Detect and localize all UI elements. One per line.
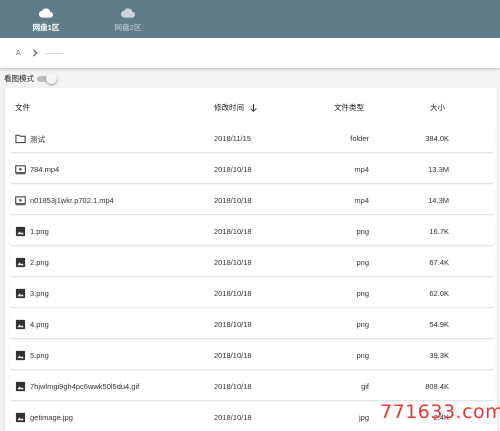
image-icon — [15, 350, 26, 361]
file-type: png — [356, 227, 369, 236]
file-type: mp4 — [354, 196, 369, 205]
image-icon — [15, 288, 26, 299]
file-row[interactable]: 784.mp4 2018/10/18 mp4 13.3M — [10, 156, 494, 183]
file-date: 2018/10/18 — [214, 258, 252, 267]
file-row[interactable]: 4.png 2018/10/18 png 54.9K — [10, 311, 494, 338]
image-icon — [15, 319, 26, 330]
file-size: 13.3M — [428, 165, 449, 174]
cloud-icon — [121, 8, 135, 18]
file-name: 5.png — [30, 351, 49, 360]
file-row[interactable]: 5.png 2018/10/18 png 39.3K — [10, 342, 494, 369]
cloud-icon — [39, 8, 53, 18]
file-date: 2018/10/18 — [214, 196, 252, 205]
file-date: 2018/10/18 — [214, 227, 252, 236]
file-row[interactable]: 2.png 2018/10/18 png 67.4K — [10, 249, 494, 276]
video-icon — [15, 164, 26, 175]
file-size: 808.4K — [425, 382, 449, 391]
breadcrumb-root[interactable]: A — [16, 50, 21, 57]
file-type: gif — [361, 382, 369, 391]
file-size: 16.7K — [429, 227, 449, 236]
image-icon — [15, 381, 26, 392]
file-date: 2018/10/18 — [214, 320, 252, 329]
file-name: 784.mp4 — [30, 165, 60, 174]
image-icon — [15, 257, 26, 268]
arrow-down-icon — [250, 103, 257, 112]
file-date: 2018/10/18 — [214, 413, 252, 422]
view-mode-control: 看图模式 — [4, 73, 57, 84]
column-header-type[interactable]: 文件类型 — [334, 102, 364, 113]
file-date: 2018/11/15 — [214, 134, 251, 143]
file-size: 62.0K — [429, 289, 449, 298]
top-header: 网盘1区 网盘2区 A — [0, 0, 500, 68]
column-header-size[interactable]: 大小 — [430, 102, 445, 113]
file-name: 3.png — [30, 289, 49, 298]
file-list: 文件 修改时间 文件类型 大小 测试 2018/11/15 folder 384.0K… — [5, 88, 497, 431]
file-size: 14.3M — [428, 196, 449, 205]
file-date: 2018/10/18 — [214, 382, 252, 391]
view-mode-label: 看图模式 — [4, 74, 34, 83]
file-date: 2018/10/18 — [214, 351, 252, 360]
file-name: 4.png — [30, 320, 49, 329]
column-header-name[interactable]: 文件 — [15, 102, 30, 113]
file-type: png — [356, 289, 369, 298]
video-icon — [15, 195, 26, 206]
file-size: 384.0K — [425, 134, 449, 143]
file-row[interactable]: n01853j1wkr.p702.1.mp4 2018/10/18 mp4 14.3M — [10, 187, 494, 214]
tab-label: 网盘2区 — [114, 23, 142, 32]
file-row[interactable]: 3.png 2018/10/18 png 62.0K — [10, 280, 494, 307]
toggle-knob — [46, 73, 57, 84]
watermark: 771633.com — [380, 401, 500, 423]
tab-drive-1[interactable]: 网盘1区 — [16, 0, 76, 38]
breadcrumb-current[interactable] — [44, 52, 63, 54]
file-type: jpg — [358, 413, 369, 422]
file-name: n01853j1wkr.p702.1.mp4 — [30, 196, 114, 205]
file-name: 7hjwlmgi9gh4pc6wwk50l5du4.gif — [30, 382, 140, 391]
breadcrumb: A — [16, 46, 63, 60]
file-type: png — [356, 258, 369, 267]
column-header-date-label: 修改时间 — [214, 103, 244, 112]
tab-label: 网盘1区 — [32, 23, 60, 32]
file-list-header: 文件 修改时间 文件类型 大小 — [5, 88, 497, 126]
file-row[interactable]: 测试 2018/11/15 folder 384.0K — [10, 125, 494, 152]
file-name: 测试 — [30, 135, 45, 144]
file-type: png — [356, 351, 369, 360]
file-row[interactable]: 7hjwlmgi9gh4pc6wwk50l5du4.gif 2018/10/18 g… — [10, 373, 494, 400]
file-type: mp4 — [354, 165, 369, 174]
file-size: 54.9K — [429, 320, 449, 329]
column-header-date[interactable]: 修改时间 — [214, 102, 258, 113]
file-date: 2018/10/18 — [214, 289, 252, 298]
file-type: folder — [350, 134, 369, 143]
tab-drive-2[interactable]: 网盘2区 — [98, 0, 158, 38]
file-size: 39.3K — [429, 351, 449, 360]
file-date: 2018/10/18 — [214, 165, 252, 174]
file-size: 67.4K — [429, 258, 449, 267]
image-icon — [15, 412, 26, 423]
folder-icon — [15, 133, 26, 144]
tab-bar: 网盘1区 网盘2区 — [0, 0, 500, 38]
file-row[interactable]: 1.png 2018/10/18 png 16.7K — [10, 218, 494, 245]
chevron-right-icon — [32, 49, 38, 57]
file-name: 2.png — [30, 258, 49, 267]
file-type: png — [356, 320, 369, 329]
file-name: 1.png — [30, 227, 49, 236]
view-mode-toggle[interactable] — [37, 73, 57, 84]
image-icon — [15, 226, 26, 237]
file-name: getimage.jpg — [30, 413, 73, 422]
